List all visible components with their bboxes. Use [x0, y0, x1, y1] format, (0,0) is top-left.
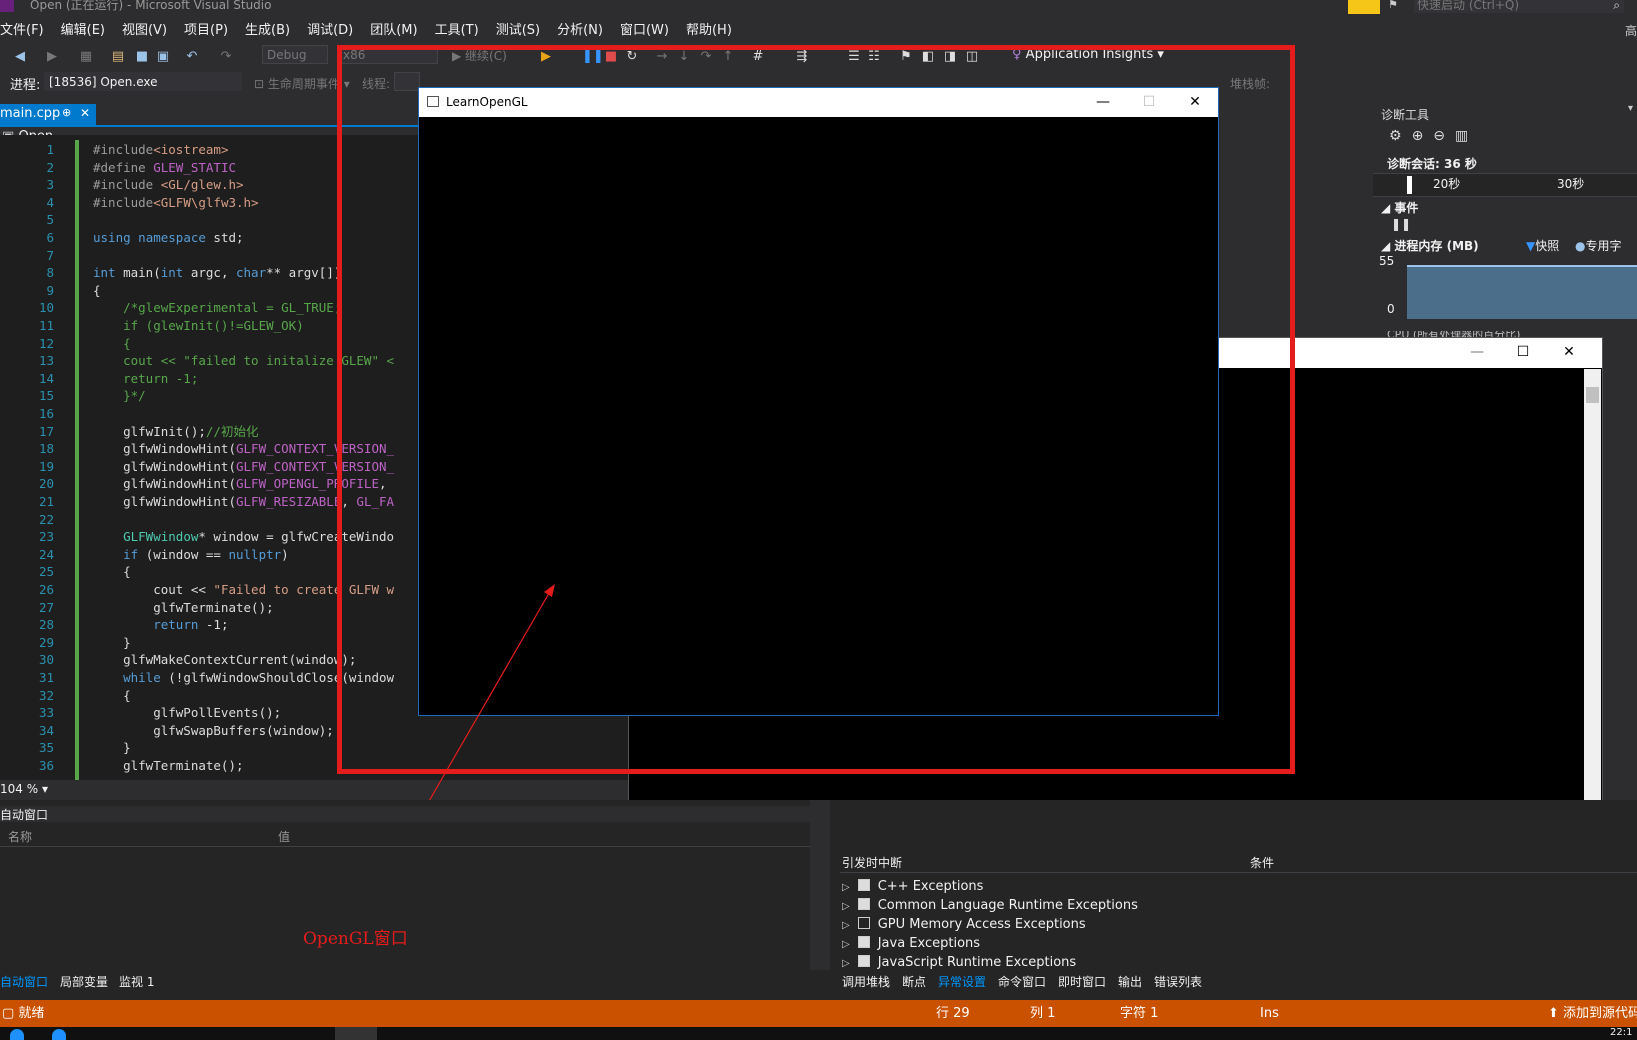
exceptions-col-condition[interactable]: 条件 [1250, 854, 1274, 871]
exception-label: Common Language Runtime Exceptions [877, 898, 1138, 913]
status-ready: ▢ 就绪 [2, 1006, 45, 1021]
exceptions-header: 引发时中断 条件 [840, 852, 1637, 873]
autos-scrollbar[interactable] [810, 800, 830, 970]
status-bar: ▢ 就绪 行 29 列 1 字符 1 Ins ⬆ 添加到源代码管理 [0, 1000, 1637, 1027]
bottom-right-tabs: 调用堆栈 断点 异常设置 命令窗口 即时窗口 输出 错误列表 [842, 973, 1637, 993]
status-column: 列 1 [1030, 1006, 1056, 1021]
exception-label: JavaScript Runtime Exceptions [877, 955, 1077, 970]
status-char: 字符 1 [1120, 1006, 1159, 1021]
exception-checkbox[interactable] [857, 917, 870, 929]
autos-title: 自动窗口 [0, 806, 810, 822]
exception-label: C++ Exceptions [877, 879, 984, 894]
exception-checkbox[interactable] [857, 879, 870, 891]
expand-chevron-icon[interactable]: ▷ [842, 939, 850, 950]
autos-header: 名称 值 [0, 826, 810, 847]
exception-label: Java Exceptions [877, 936, 981, 951]
tab-breakpoints[interactable]: 断点 [902, 973, 926, 991]
taskbar-app-icon[interactable] [52, 1029, 66, 1040]
autos-col-name[interactable]: 名称 [8, 828, 32, 845]
bottom-panels: 自动窗口 名称 值 引发时中断 条件 ▷ C++ Exceptions ▷ Commo… [0, 800, 1637, 1000]
exception-category-row[interactable]: ▷ Common Language Runtime Exceptions [842, 896, 1138, 915]
exception-checkbox[interactable] [857, 955, 870, 967]
tab-call-stack[interactable]: 调用堆栈 [842, 973, 890, 991]
taskbar-clock: 22:1 [1610, 1027, 1633, 1038]
exception-category-row[interactable]: ▷ Java Exceptions [842, 934, 980, 953]
tab-locals[interactable]: 局部变量 [60, 973, 108, 991]
status-ins: Ins [1260, 1006, 1279, 1021]
exception-checkbox[interactable] [857, 936, 870, 948]
exception-label: GPU Memory Access Exceptions [877, 917, 1086, 932]
expand-chevron-icon[interactable]: ▷ [842, 958, 850, 969]
taskbar-active-app[interactable] [335, 1027, 377, 1040]
add-to-source-control-button[interactable]: ⬆ 添加到源代码管理 [1548, 1000, 1637, 1027]
status-row: 行 29 [936, 1006, 970, 1021]
exception-category-row[interactable]: ▷ GPU Memory Access Exceptions [842, 915, 1086, 934]
tab-immediate-window[interactable]: 即时窗口 [1058, 973, 1106, 991]
expand-chevron-icon[interactable]: ▷ [842, 882, 850, 893]
expand-chevron-icon[interactable]: ▷ [842, 920, 850, 931]
exception-checkbox[interactable] [857, 898, 870, 910]
tab-autos[interactable]: 自动窗口 [0, 973, 48, 991]
exception-category-row[interactable]: ▷ JavaScript Runtime Exceptions [842, 953, 1076, 972]
expand-chevron-icon[interactable]: ▷ [842, 901, 850, 912]
taskbar: 22:1 [0, 1027, 1637, 1040]
exceptions-col-break[interactable]: 引发时中断 [842, 854, 902, 871]
taskbar-app-icon[interactable] [10, 1029, 24, 1040]
tab-error-list[interactable]: 错误列表 [1154, 973, 1202, 991]
autos-col-value[interactable]: 值 [278, 828, 290, 845]
tab-exception-settings[interactable]: 异常设置 [938, 973, 986, 991]
exception-category-row[interactable]: ▷ C++ Exceptions [842, 877, 983, 896]
annotation-label: OpenGL窗口 [303, 929, 408, 949]
tab-command-window[interactable]: 命令窗口 [998, 973, 1046, 991]
tab-watch-1[interactable]: 监视 1 [119, 973, 154, 991]
bottom-left-tabs: 自动窗口 局部变量 监视 1 [0, 973, 810, 993]
tab-output[interactable]: 输出 [1118, 973, 1142, 991]
arrow-head [544, 584, 555, 597]
